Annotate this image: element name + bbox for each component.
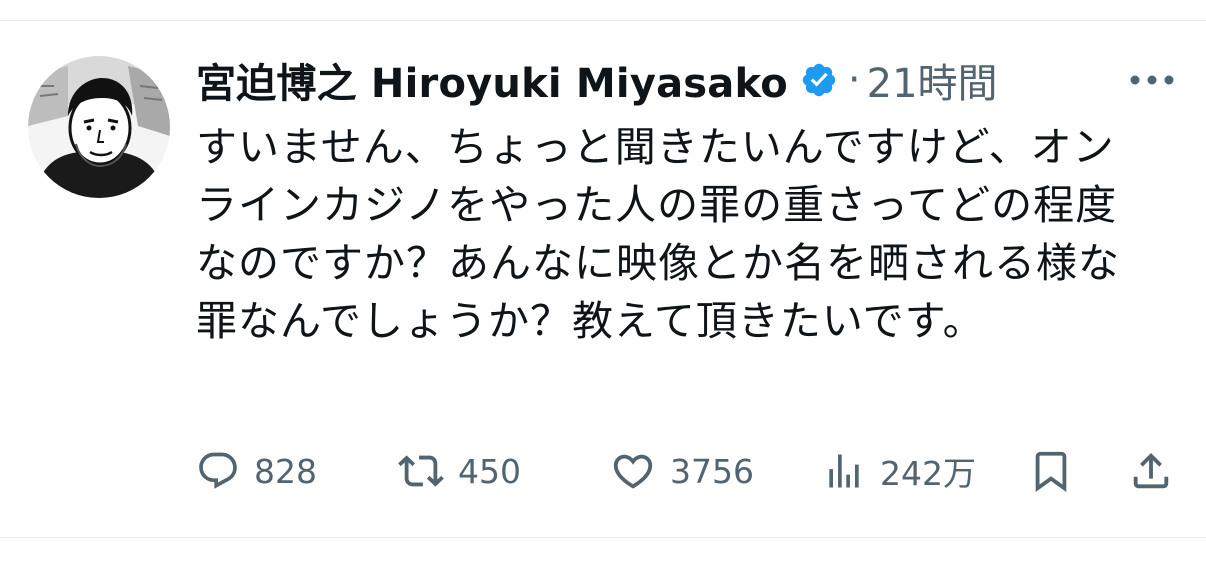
tweet-card: 宮迫博之 Hiroyuki Miyasako · 21時間 すいません、ちょっと…	[0, 0, 1206, 568]
retweet-icon	[398, 448, 444, 494]
reply-count: 828	[254, 451, 317, 491]
like-button[interactable]: 3756	[610, 446, 754, 496]
bookmark-button[interactable]	[1028, 446, 1074, 496]
reply-button[interactable]: 828	[196, 446, 317, 496]
top-divider	[0, 20, 1206, 21]
bookmark-icon	[1028, 448, 1074, 494]
verified-badge-icon	[800, 61, 838, 99]
avatar[interactable]	[28, 56, 170, 198]
like-count: 3756	[670, 451, 754, 491]
analytics-icon	[822, 449, 866, 493]
tweet-text: すいません、ちょっと聞きたいんですけど、オンラインカジノをやった人の罪の重さって…	[196, 123, 1120, 345]
heart-icon	[610, 448, 656, 494]
retweet-count: 450	[458, 451, 521, 491]
separator-dot: ·	[847, 57, 861, 103]
avatar-illustration	[28, 56, 170, 198]
views-button[interactable]: 242万	[822, 446, 976, 496]
views-count: 242万	[880, 454, 976, 493]
bottom-divider	[0, 537, 1206, 538]
more-options-icon[interactable]	[1128, 66, 1176, 94]
reply-icon	[196, 449, 240, 493]
tweet-header: 宮迫博之 Hiroyuki Miyasako · 21時間	[196, 52, 998, 108]
display-name[interactable]: 宮迫博之 Hiroyuki Miyasako	[196, 51, 788, 109]
retweet-button[interactable]: 450	[398, 446, 521, 496]
action-bar: 828 450 3756 242万	[196, 446, 1181, 496]
timestamp[interactable]: 21時間	[867, 51, 998, 109]
share-icon	[1128, 448, 1174, 494]
share-button[interactable]	[1128, 446, 1174, 496]
